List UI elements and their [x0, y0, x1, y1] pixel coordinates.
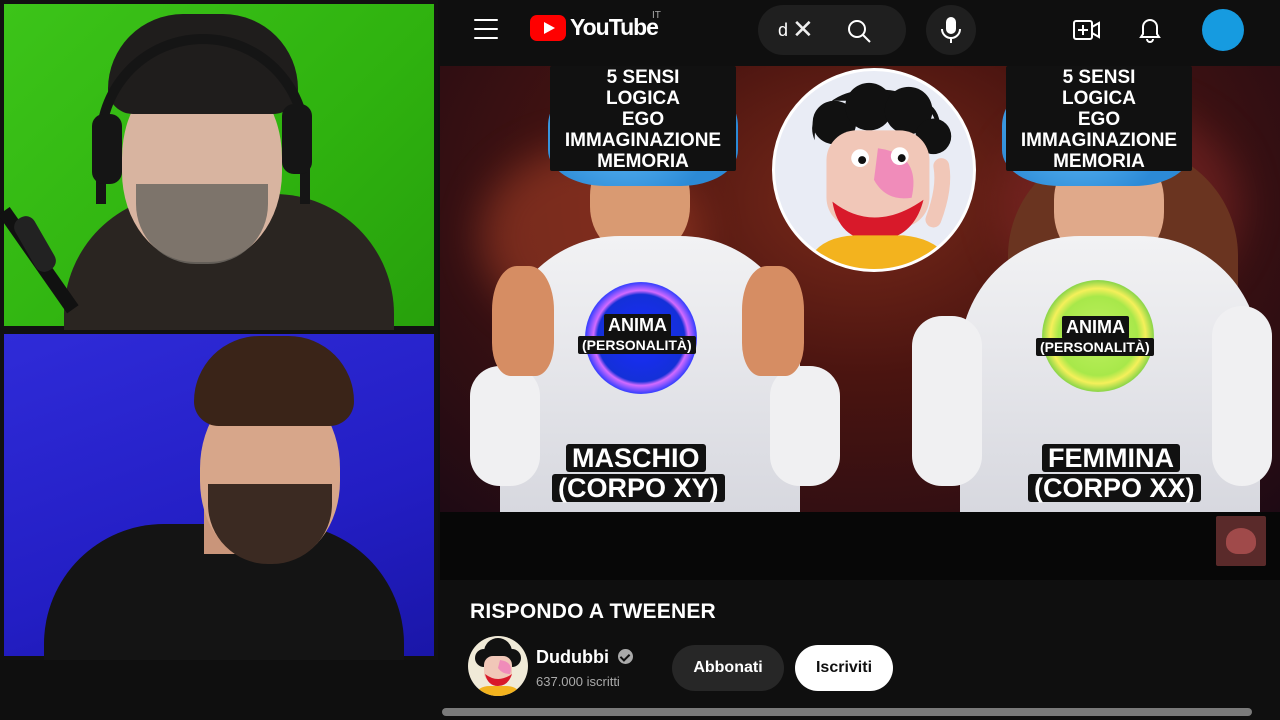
verified-check-icon	[618, 649, 633, 664]
female-brain-label: 5 SENSI LOGICA EGO IMMAGINAZIONE MEMORIA	[1006, 66, 1192, 171]
channel-watermark-icon[interactable]	[1216, 516, 1266, 566]
male-left-arm	[470, 366, 540, 486]
female-right-arm	[1212, 306, 1272, 486]
top-bar: YouTube IT d ✕	[440, 0, 1280, 62]
video-player[interactable]: 5 SENSI LOGICA EGO IMMAGINAZIONE MEMORIA…	[440, 66, 1280, 512]
brain-item: 5 SENSI	[600, 68, 686, 87]
female-left-arm	[912, 316, 982, 486]
male-soul-subtitle: (PERSONALITÀ)	[578, 336, 696, 354]
video-title: RISPONDO A TWEENER	[470, 600, 716, 623]
account-avatar[interactable]	[1202, 9, 1244, 51]
horizontal-scrollbar[interactable]	[442, 708, 1252, 716]
search-box[interactable]: d ✕	[758, 5, 906, 55]
hamburger-menu-icon[interactable]	[474, 19, 498, 39]
headphone-right-cup	[282, 104, 312, 174]
male-caption-line2: (CORPO XY)	[552, 474, 725, 502]
female-caption-line1: FEMMINA	[1042, 444, 1180, 472]
brain-item: 5 SENSI	[1056, 68, 1142, 87]
create-video-icon[interactable]	[1072, 16, 1102, 44]
brain-item: MEMORIA	[1037, 152, 1161, 171]
youtube-logo[interactable]: YouTube IT	[530, 10, 661, 41]
country-code: IT	[652, 10, 661, 21]
join-button[interactable]: Abbonati	[672, 645, 784, 691]
headphone-left-cup	[92, 114, 122, 184]
webcam-bottom	[0, 330, 438, 660]
microphone-button[interactable]	[926, 5, 976, 55]
video-bottom-bar	[440, 512, 1280, 580]
subscribe-button[interactable]: Iscriviti	[795, 645, 893, 691]
brain-item: LOGICA	[1055, 89, 1143, 108]
thumbs-up-right	[742, 266, 804, 376]
webcam-bottom-border	[0, 660, 438, 720]
screen-root: YouTube IT d ✕ 5 SENSI LOGICA EGO IMMAGI…	[0, 0, 1280, 720]
search-input[interactable]: d	[778, 20, 788, 41]
brain-item: IMMAGINAZIONE	[554, 131, 732, 150]
bell-icon[interactable]	[1136, 14, 1164, 44]
male-right-arm	[770, 366, 840, 486]
close-icon[interactable]: ✕	[792, 16, 814, 42]
channel-avatar[interactable]	[468, 636, 528, 696]
female-soul-title: ANIMA	[1062, 316, 1129, 339]
brain-item: EGO	[1074, 110, 1124, 129]
male-caption-line1: MASCHIO	[566, 444, 706, 472]
subscriber-count: 637.000 iscritti	[536, 674, 620, 689]
brain-item: EGO	[618, 110, 668, 129]
thumbs-up-left	[492, 266, 554, 376]
male-brain-label: 5 SENSI LOGICA EGO IMMAGINAZIONE MEMORIA	[550, 66, 736, 171]
channel-name[interactable]: Dudubbi	[536, 647, 609, 668]
brain-item: LOGICA	[599, 89, 687, 108]
puppet-avatar-icon	[474, 638, 522, 696]
brain-item: IMMAGINAZIONE	[1010, 131, 1188, 150]
search-icon[interactable]	[846, 18, 872, 44]
brain-item: MEMORIA	[581, 152, 705, 171]
microphone-icon	[941, 17, 961, 43]
puppet-face-icon	[804, 82, 954, 269]
female-soul-subtitle: (PERSONALITÀ)	[1036, 338, 1154, 356]
female-caption-line2: (CORPO XX)	[1028, 474, 1201, 502]
logo-text: YouTube	[570, 14, 659, 40]
youtube-app: YouTube IT d ✕ 5 SENSI LOGICA EGO IMMAGI…	[440, 0, 1280, 720]
puppet-mascot-badge	[772, 68, 976, 272]
webcam-top	[0, 0, 438, 330]
person-hair	[194, 336, 354, 426]
male-soul-title: ANIMA	[604, 314, 671, 337]
youtube-play-icon	[530, 14, 566, 41]
green-screen-background	[0, 4, 434, 330]
blue-screen-background	[4, 334, 434, 660]
